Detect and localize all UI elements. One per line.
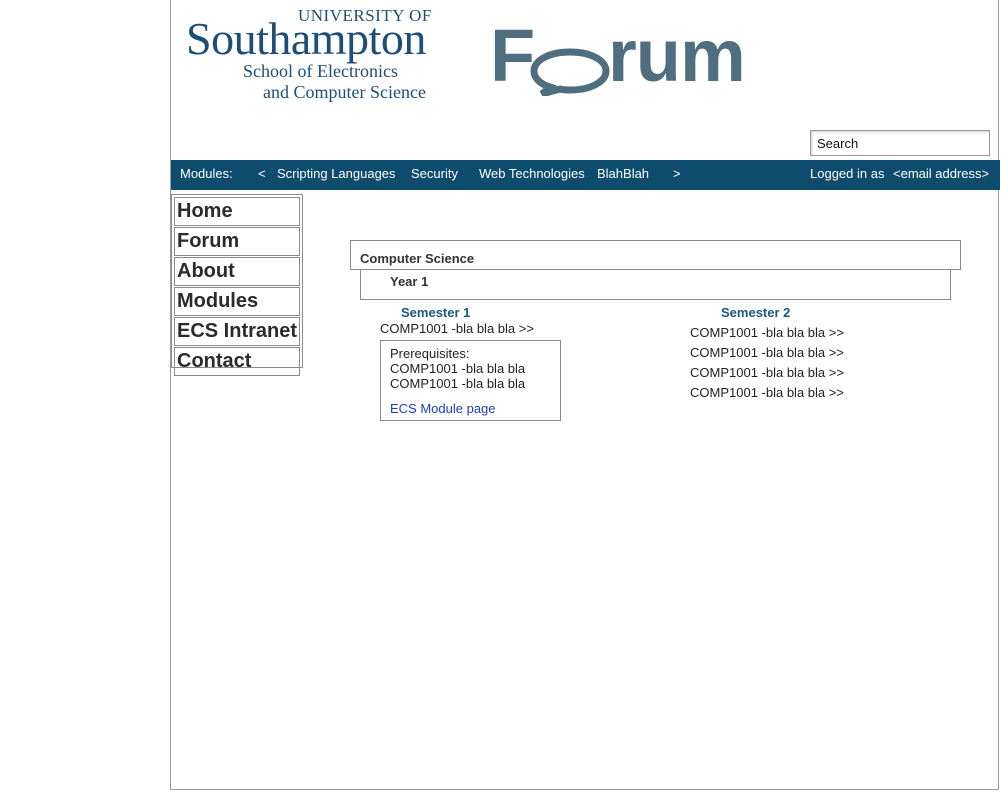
semester2-module-item[interactable]: COMP1001 -bla bla bla >> (690, 385, 844, 400)
semester2-module-item[interactable]: COMP1001 -bla bla bla >> (690, 365, 844, 380)
search-input[interactable] (810, 130, 990, 156)
sidebar-item-contact[interactable]: Contact (174, 347, 300, 376)
university-logo[interactable]: UNIVERSITY OF Southampton School of Elec… (186, 4, 476, 104)
page-frame (170, 0, 999, 790)
department-title: Computer Science (360, 251, 475, 266)
sidebar-item-home[interactable]: Home (174, 197, 300, 226)
semester1-title: Semester 1 (401, 305, 471, 320)
modules-label: Modules: (180, 166, 233, 181)
semester1-module-item[interactable]: COMP1001 -bla bla bla >> (380, 321, 534, 336)
school-line2: and Computer Science (263, 82, 426, 102)
nav-module-scripting-languages[interactable]: Scripting Languages (277, 166, 396, 181)
user-email[interactable]: <email address> (893, 166, 989, 181)
nav-module-security[interactable]: Security (411, 166, 458, 181)
sidebar-item-modules[interactable]: Modules (174, 287, 300, 316)
year-header[interactable]: Year 1 (360, 270, 951, 300)
prerequisite-item: COMP1001 -bla bla bla (390, 361, 526, 376)
nav-prev-arrow[interactable]: < (258, 166, 266, 181)
semester2-module-item[interactable]: COMP1001 -bla bla bla >> (690, 345, 844, 360)
forum-logo-rest: rum (608, 14, 746, 97)
ecs-module-page-link[interactable]: ECS Module page (390, 401, 496, 416)
year-title: Year 1 (390, 274, 429, 289)
southampton-text: Southampton (186, 13, 426, 64)
sidebar-item-ecs-intranet[interactable]: ECS Intranet (174, 317, 300, 346)
sidebar-item-about[interactable]: About (174, 257, 300, 286)
sidebar-menu: Home Forum About Modules ECS Intranet Co… (171, 194, 303, 376)
modules-navbar: Modules: < Scripting Languages Security … (171, 160, 1000, 190)
semester2-title: Semester 2 (721, 305, 791, 320)
department-header[interactable]: Computer Science (350, 240, 961, 270)
sidebar-item-forum[interactable]: Forum (174, 227, 300, 256)
nav-next-arrow[interactable]: > (673, 166, 681, 181)
prerequisites-panel: Prerequisites: COMP1001 -bla bla bla COM… (380, 340, 561, 421)
nav-module-blahblah[interactable]: BlahBlah (597, 166, 649, 181)
school-line1: School of Electronics (243, 61, 398, 81)
semester2-module-item[interactable]: COMP1001 -bla bla bla >> (690, 325, 844, 340)
forum-logo[interactable]: F rum (490, 16, 790, 100)
prerequisite-item: COMP1001 -bla bla bla (390, 376, 526, 391)
nav-module-web-technologies[interactable]: Web Technologies (479, 166, 585, 181)
logged-in-label: Logged in as (810, 166, 885, 181)
prerequisites-label: Prerequisites: (390, 346, 470, 361)
speech-bubble-icon (530, 48, 610, 96)
